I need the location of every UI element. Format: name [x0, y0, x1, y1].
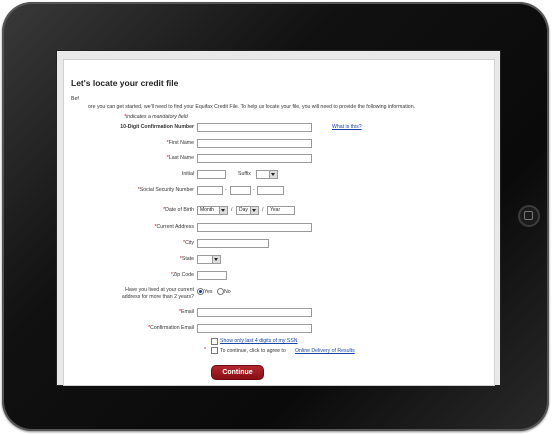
zip-input[interactable] — [197, 271, 227, 280]
confirm-email-label: *Confirmation Email — [148, 325, 194, 331]
dob-month-select[interactable]: Month — [197, 206, 228, 215]
confirm-email-input[interactable] — [197, 324, 312, 333]
dob-label: *Date of Birth — [163, 207, 194, 213]
email-input[interactable] — [197, 308, 312, 317]
chevron-down-icon — [212, 256, 220, 263]
dob-separator: / — [262, 207, 264, 213]
last-name-input[interactable] — [197, 154, 312, 163]
home-button-icon[interactable] — [518, 205, 540, 227]
state-label: *State — [179, 256, 194, 262]
confirmation-number-input[interactable] — [197, 123, 312, 132]
agree-checkbox[interactable] — [211, 347, 218, 354]
yes-label: Yes — [204, 289, 213, 295]
ssn-part1-input[interactable] — [197, 186, 223, 195]
continue-button[interactable]: Continue — [211, 365, 264, 380]
required-star: * — [204, 347, 207, 353]
ssn-part3-input[interactable] — [257, 186, 284, 195]
agree-text: To continue, click to agree to — [220, 348, 286, 354]
ssn-separator: - — [225, 187, 227, 193]
zip-label: *Zip Code — [170, 272, 194, 278]
lived-label-line2: address for more than 2 years? — [121, 294, 194, 300]
suffix-label: Suffix — [238, 171, 251, 177]
ssn-label: *Social Security Number — [137, 187, 194, 193]
show-ssn-checkbox[interactable] — [211, 338, 218, 345]
intro-prefix: Bef — [71, 96, 79, 102]
no-label: No — [224, 289, 231, 295]
city-input[interactable] — [197, 239, 269, 248]
address-input[interactable] — [197, 223, 312, 232]
initial-input[interactable] — [197, 170, 226, 179]
yes-radio[interactable] — [197, 288, 204, 295]
suffix-select[interactable] — [256, 170, 278, 179]
mandatory-note: *indicates a mandatory field — [124, 114, 188, 120]
first-name-input[interactable] — [197, 139, 312, 148]
ssn-part2-input[interactable] — [230, 186, 251, 195]
chevron-down-icon — [269, 171, 277, 178]
initial-label: Initial — [181, 171, 194, 177]
last-name-label: *Last Name — [166, 155, 194, 161]
show-ssn-link[interactable]: Show only last 4 digits of my SSN — [220, 338, 298, 344]
dob-separator: / — [231, 207, 233, 213]
intro-text: ore you can get started, we'll need to f… — [88, 104, 416, 110]
first-name-label: *First Name — [166, 140, 194, 146]
dob-year-input[interactable]: Year — [267, 206, 295, 215]
lived-label-line1: Have you lived at your current — [125, 287, 194, 293]
credit-file-form: Let's locate your credit file Bef ore yo… — [63, 59, 495, 386]
screen: Let's locate your credit file Bef ore yo… — [56, 50, 501, 386]
page-title: Let's locate your credit file — [71, 78, 179, 88]
dob-day-select[interactable]: Day — [236, 206, 259, 215]
confirmation-label: 10-Digit Confirmation Number — [120, 124, 194, 130]
address-label: *Current Address — [154, 224, 194, 230]
ssn-separator: - — [253, 187, 255, 193]
what-is-this-link[interactable]: What is this? — [332, 124, 362, 130]
email-label: *Email — [178, 309, 194, 315]
online-delivery-link[interactable]: Online Delivery of Results — [295, 348, 355, 354]
chevron-down-icon — [250, 207, 258, 214]
no-radio[interactable] — [217, 288, 224, 295]
state-select[interactable] — [197, 255, 221, 264]
city-label: *City — [183, 240, 194, 246]
chevron-down-icon — [219, 207, 227, 214]
